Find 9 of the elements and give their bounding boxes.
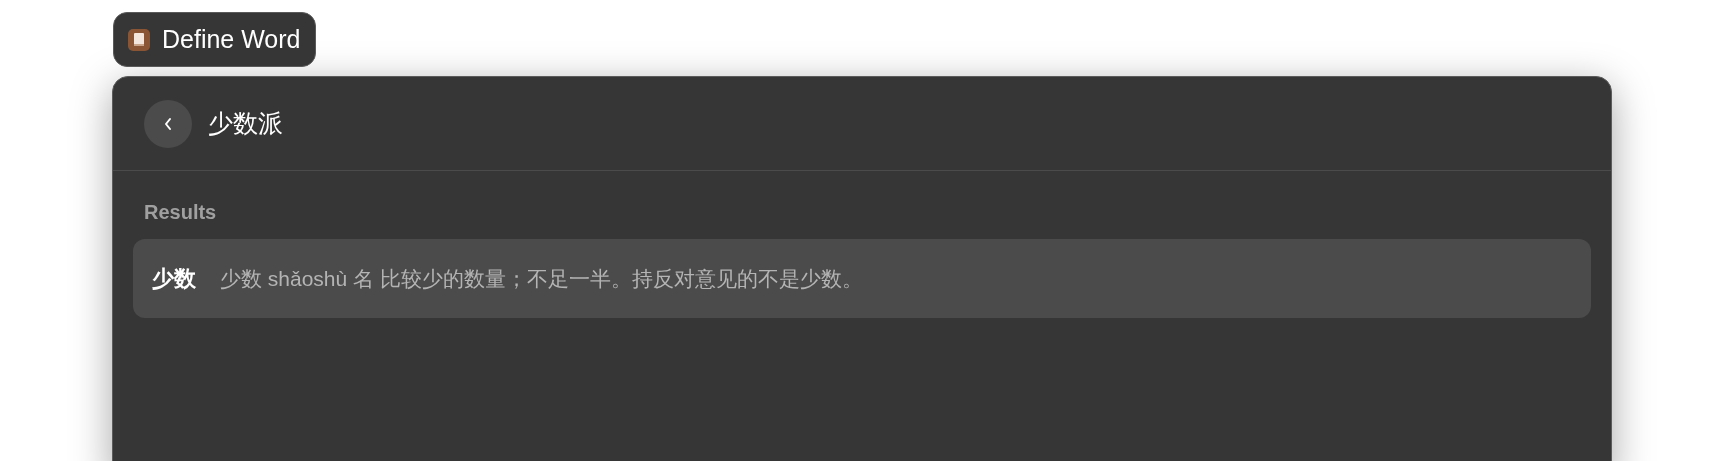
search-query: 少数派 bbox=[208, 107, 283, 139]
result-definition: 少数 shǎoshù 名 比较少的数量；不足一半。持反对意见的不是少数。 bbox=[220, 265, 863, 292]
result-term: 少数 bbox=[152, 265, 196, 293]
chevron-left-icon bbox=[163, 115, 173, 132]
section-title: Results bbox=[143, 200, 218, 225]
back-button[interactable] bbox=[144, 99, 192, 148]
result-row[interactable]: 少数 少数 shǎoshù 名 比较少的数量；不足一半。持反对意见的不是少数。 bbox=[133, 239, 1591, 318]
book-icon bbox=[128, 28, 150, 51]
command-label: Define Word bbox=[162, 23, 301, 55]
